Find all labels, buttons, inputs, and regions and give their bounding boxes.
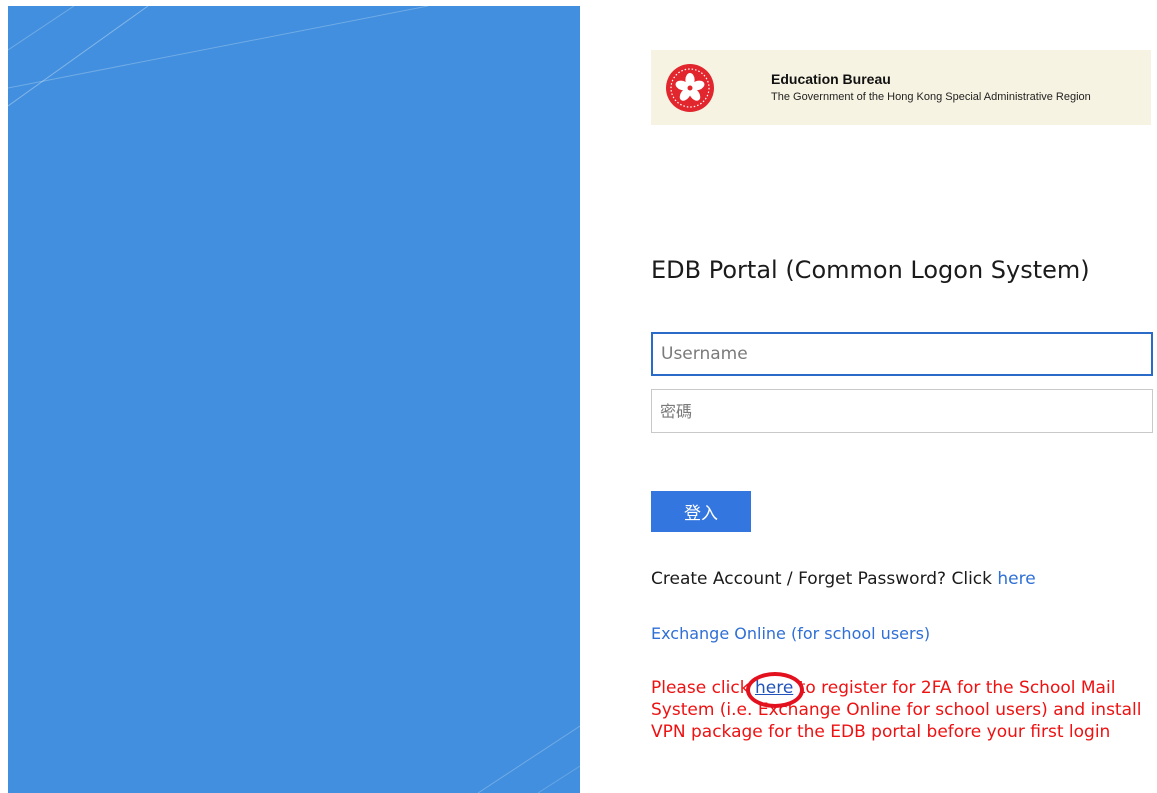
- edb-banner: Education Bureau The Government of the H…: [651, 50, 1151, 125]
- banner-title: Education Bureau: [771, 71, 891, 87]
- notice-prefix: Please click: [651, 678, 750, 698]
- banner-subtitle: The Government of the Hong Kong Special …: [771, 91, 1091, 103]
- login-button[interactable]: 登入: [651, 491, 751, 532]
- registration-notice: Please click here to register for 2FA fo…: [651, 672, 1157, 743]
- decorative-lines: [8, 6, 580, 793]
- background-panel: [8, 6, 580, 793]
- exchange-online-link[interactable]: Exchange Online (for school users): [651, 624, 930, 643]
- account-help-text: Create Account / Forget Password? Click …: [651, 569, 1036, 589]
- page-title: EDB Portal (Common Logon System): [651, 256, 1090, 284]
- notice-register-link[interactable]: here: [745, 672, 804, 708]
- hksar-bauhinia-emblem-icon: [666, 64, 714, 112]
- account-help-prefix: Create Account / Forget Password? Click: [651, 569, 992, 589]
- notice-link-text: here: [754, 678, 794, 698]
- account-help-link[interactable]: here: [997, 569, 1035, 589]
- login-panel: Education Bureau The Government of the H…: [620, 0, 1157, 793]
- username-input[interactable]: [651, 332, 1153, 376]
- password-input[interactable]: [651, 389, 1153, 433]
